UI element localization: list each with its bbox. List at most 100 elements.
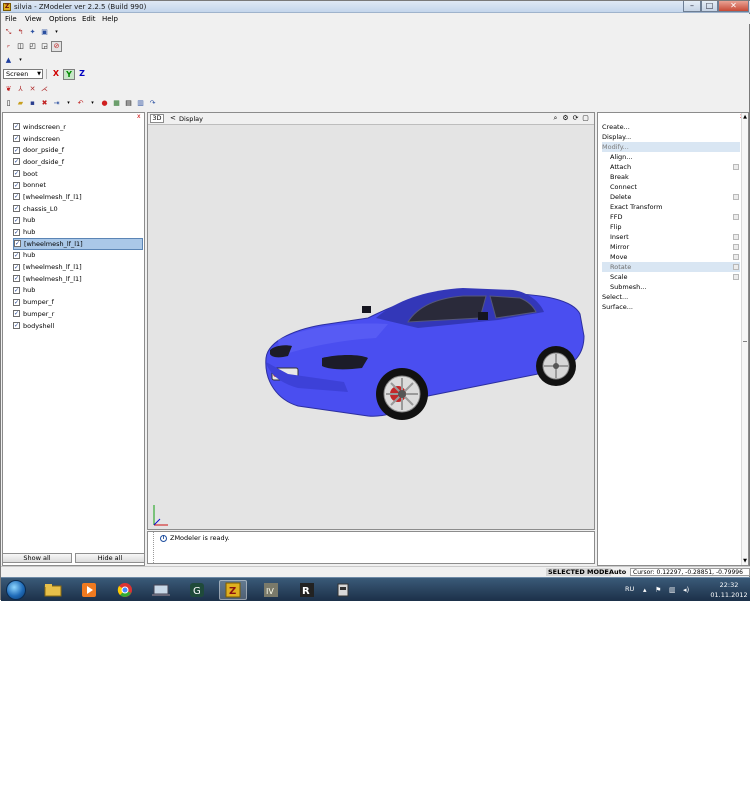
cmd-rotate[interactable]: Rotate <box>602 262 740 272</box>
list-item[interactable]: ✓ [wheelmesh_lf_l1] <box>13 261 143 273</box>
checkbox[interactable]: ✓ <box>13 298 20 306</box>
commands-scrollbar[interactable]: ▲ ▼ <box>741 113 748 565</box>
checkbox[interactable]: ✓ <box>13 146 20 154</box>
list-item[interactable]: ✓ bodyshell <box>13 320 143 332</box>
open-folder-icon[interactable]: ▰ <box>15 98 26 109</box>
checkbox[interactable]: ✓ <box>13 193 20 201</box>
select-group-icon[interactable]: ▣ <box>39 27 50 38</box>
cmd-display[interactable]: Display... <box>602 132 740 142</box>
cmd-create[interactable]: Create... <box>602 122 740 132</box>
axis-x-toggle[interactable]: X <box>50 69 62 80</box>
checkbox[interactable]: ✓ <box>13 263 20 271</box>
action-center-icon[interactable]: ⚑ <box>655 586 661 594</box>
menu-file[interactable]: File <box>5 15 17 23</box>
car-model[interactable] <box>258 278 588 428</box>
light-icon[interactable]: ▲ <box>3 55 14 66</box>
close-file-icon[interactable]: ✖ <box>39 98 50 109</box>
axis-z-toggle[interactable]: Z <box>76 69 88 80</box>
list-item[interactable]: ✓ door_pside_f <box>13 144 143 156</box>
options-button[interactable] <box>733 214 739 220</box>
scroll-up-icon[interactable]: ▲ <box>742 114 748 120</box>
cmd-mirror[interactable]: Mirror <box>602 242 740 252</box>
cmd-align[interactable]: Align... <box>602 152 740 162</box>
script-icon[interactable]: ▤ <box>123 98 134 109</box>
split-axes-icon[interactable]: ⅄ <box>15 84 26 95</box>
cmd-attach[interactable]: Attach <box>602 162 740 172</box>
cmd-delete[interactable]: Delete <box>602 192 740 202</box>
cmd-flip[interactable]: Flip <box>602 222 740 232</box>
games-icon[interactable] <box>147 580 175 600</box>
cmd-scale[interactable]: Scale <box>602 272 740 282</box>
zoom-icon[interactable]: ⌕ <box>551 114 560 123</box>
checkbox[interactable]: ✓ <box>14 240 21 248</box>
undo-dropdown-icon[interactable]: ▾ <box>87 98 98 109</box>
start-button[interactable] <box>6 580 26 600</box>
checkbox[interactable]: ✓ <box>13 322 20 330</box>
cube-outline-icon[interactable]: ◰ <box>27 41 38 52</box>
coordinate-space-select[interactable]: Screen ▼ <box>3 69 43 79</box>
checkbox[interactable]: ✓ <box>13 251 20 259</box>
viewport-collapse-arrow[interactable]: < <box>170 114 176 122</box>
options-button[interactable] <box>733 274 739 280</box>
options-button[interactable] <box>733 164 739 170</box>
cmd-modify[interactable]: Modify... <box>602 142 740 152</box>
tri-axes-icon[interactable]: ⋌ <box>39 84 50 95</box>
list-item[interactable]: ✓ hub <box>13 215 143 227</box>
auto-indicator[interactable]: Auto <box>609 568 626 576</box>
list-item[interactable]: ✓ door_dside_f <box>13 156 143 168</box>
viewport-mode-label[interactable]: 3D <box>150 114 164 123</box>
checkbox[interactable]: ✓ <box>13 158 20 166</box>
checkbox[interactable]: ✓ <box>13 205 20 213</box>
select-edge-icon[interactable]: ↰ <box>15 27 26 38</box>
cross-axes-icon[interactable]: ✕ <box>27 84 38 95</box>
list-item[interactable]: ✓ bumper_f <box>13 296 143 308</box>
record-icon[interactable]: ● <box>99 98 110 109</box>
hide-all-button[interactable]: Hide all <box>75 553 145 563</box>
minimize-button[interactable]: – <box>683 1 701 12</box>
cmd-move[interactable]: Move <box>602 252 740 262</box>
clock-date[interactable]: 01.11.2012 <box>707 591 750 599</box>
volume-icon[interactable]: ◂) <box>683 586 689 594</box>
checkbox[interactable]: ✓ <box>13 135 20 143</box>
checkbox[interactable]: ✓ <box>13 228 20 236</box>
zmodeler-app-icon[interactable]: Z <box>3 3 11 11</box>
list-item[interactable]: ✓ [wheelmesh_lf_l1] <box>13 191 143 203</box>
document-icon[interactable]: ▥ <box>135 98 146 109</box>
cmd-select[interactable]: Select... <box>602 292 740 302</box>
close-icon[interactable]: x <box>137 114 143 120</box>
options-button[interactable] <box>733 254 739 260</box>
redo-icon[interactable]: ↷ <box>147 98 158 109</box>
dropdown-arrow-icon[interactable]: ▾ <box>51 27 62 38</box>
explorer-icon[interactable] <box>39 580 67 600</box>
cube-stack-icon[interactable]: ◲ <box>39 41 50 52</box>
new-file-icon[interactable]: ▯ <box>3 98 14 109</box>
render-icon[interactable]: ▦ <box>111 98 122 109</box>
scroll-thumb[interactable] <box>743 341 747 342</box>
close-button[interactable]: ✕ <box>718 1 749 12</box>
rockstar-icon[interactable]: R <box>293 580 321 600</box>
menu-options[interactable]: Options <box>49 15 76 23</box>
menu-view[interactable]: View <box>25 15 42 23</box>
scroll-down-icon[interactable]: ▼ <box>742 558 748 564</box>
network-icon[interactable]: ▥ <box>669 586 676 594</box>
undo-icon[interactable]: ↶ <box>75 98 86 109</box>
checkbox[interactable]: ✓ <box>13 286 20 294</box>
list-item[interactable]: ✓ [wheelmesh_lf_l1] <box>13 273 143 285</box>
cmd-ffd[interactable]: FFD <box>602 212 740 222</box>
no-select-icon[interactable]: ⊘ <box>51 40 62 52</box>
media-player-icon[interactable] <box>75 580 103 600</box>
list-item[interactable]: ✓ hub <box>13 285 143 297</box>
import-dropdown-icon[interactable]: ▾ <box>63 98 74 109</box>
list-item[interactable]: ✓ hub <box>13 226 143 238</box>
zmodeler-taskbar-icon[interactable]: Z <box>219 580 247 600</box>
viewport-3d[interactable]: 3D < Display ⌕ ⚙ ⟳ ▢ <box>147 112 595 530</box>
select-vertex-icon[interactable]: ⤡ <box>3 27 14 38</box>
cmd-submesh[interactable]: Submesh... <box>602 282 740 292</box>
clock-time[interactable]: 22:32 <box>709 581 749 589</box>
paint-icon[interactable]: ❦ <box>3 84 14 95</box>
save-icon[interactable]: ▪ <box>27 98 38 109</box>
options-button[interactable] <box>733 234 739 240</box>
list-item[interactable]: ✓ chassis_L0 <box>13 203 143 215</box>
cmd-connect[interactable]: Connect <box>602 182 740 192</box>
checkbox[interactable]: ✓ <box>13 170 20 178</box>
